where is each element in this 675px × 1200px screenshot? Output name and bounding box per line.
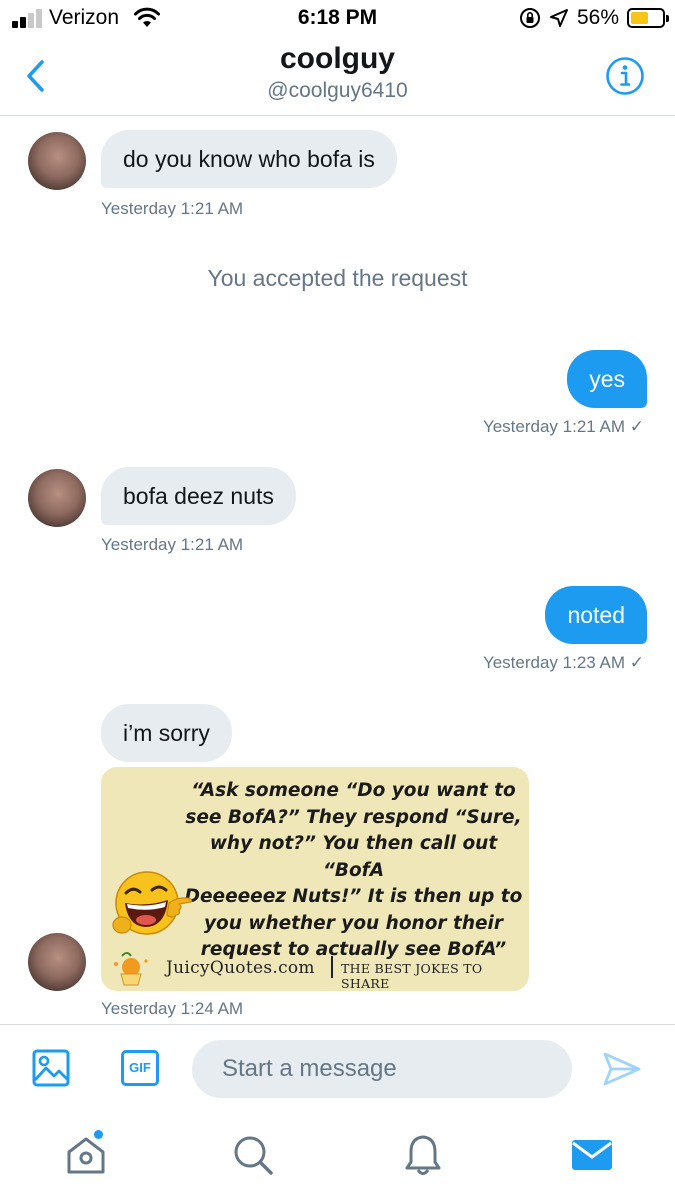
message-timestamp: Yesterday 1:21 AM ✓ [483,417,644,437]
sent-message-bubble[interactable]: yes [567,350,647,408]
read-check-icon: ✓ [629,653,644,672]
message-timestamp: Yesterday 1:21 AM [101,199,244,218]
card-footer: JuicyQuotes.com THE BEST JOKES TO SHARE [109,950,521,991]
home-notification-dot [94,1130,103,1139]
message-timestamp: Yesterday 1:21 AM [101,535,244,554]
conversation-title: coolguy [279,42,395,75]
read-check-icon: ✓ [629,417,644,436]
joke-text: “Ask someone “Do you want to see BofA?” … [181,778,526,964]
notifications-bell-icon[interactable] [401,1133,445,1177]
home-icon[interactable] [64,1133,108,1177]
status-right-group: 56% [519,5,669,31]
image-icon[interactable] [32,1049,70,1087]
bottom-tab-bar [0,1110,675,1200]
gif-icon[interactable]: GIF [121,1050,159,1086]
avatar[interactable] [28,933,86,991]
joke-image-card[interactable]: “Ask someone “Do you want to see BofA?” … [101,767,529,991]
received-message-bubble[interactable]: bofa deez nuts [101,467,296,525]
message-timestamp: Yesterday 1:24 AM [101,999,244,1018]
message-input[interactable] [192,1040,572,1098]
info-icon[interactable] [605,56,645,96]
joke-line: “Ask someone “Do you want to [191,780,516,801]
received-message-bubble[interactable]: do you know who bofa is [101,130,397,188]
orientation-lock-icon [519,8,540,28]
card-brand-name: JuicyQuotes.com [166,958,315,978]
request-accepted-notice: You accepted the request [207,265,468,291]
sent-message-bubble[interactable]: noted [545,586,647,644]
juice-fruit-logo-icon [114,952,148,986]
send-icon[interactable] [602,1051,642,1087]
joke-line: Deeeeeez Nuts!” It is then up to [184,886,523,907]
battery-icon [627,8,669,28]
conversation-title-block[interactable]: coolguy @coolguy6410 [0,42,675,103]
message-composer: GIF [0,1024,675,1110]
avatar[interactable] [28,469,86,527]
conversation-header: coolguy @coolguy6410 [0,38,675,116]
message-timestamp-text: Yesterday 1:21 AM [482,417,626,436]
avatar[interactable] [28,132,86,190]
status-bar: Verizon 6:18 PM 56% [0,0,675,38]
joke-line: see BofA?” They respond “Sure, [185,806,522,828]
joke-line: why not?” You then call out “BofA [209,833,498,881]
message-timestamp: Yesterday 1:23 AM ✓ [483,653,644,673]
battery-fill [631,12,648,24]
card-tagline: THE BEST JOKES TO SHARE [341,961,483,991]
laughing-pointing-emoji-icon [112,871,193,935]
conversation-handle: @coolguy6410 [267,79,408,102]
search-icon[interactable] [231,1133,275,1177]
messages-mail-icon[interactable] [570,1133,614,1177]
battery-percent: 56% [576,6,619,29]
joke-line: you whether you honor their [203,912,504,934]
footer-divider [331,956,333,978]
message-timestamp-text: Yesterday 1:23 AM [482,653,626,672]
received-message-bubble[interactable]: i’m sorry [101,704,232,762]
location-arrow-icon [549,9,568,27]
